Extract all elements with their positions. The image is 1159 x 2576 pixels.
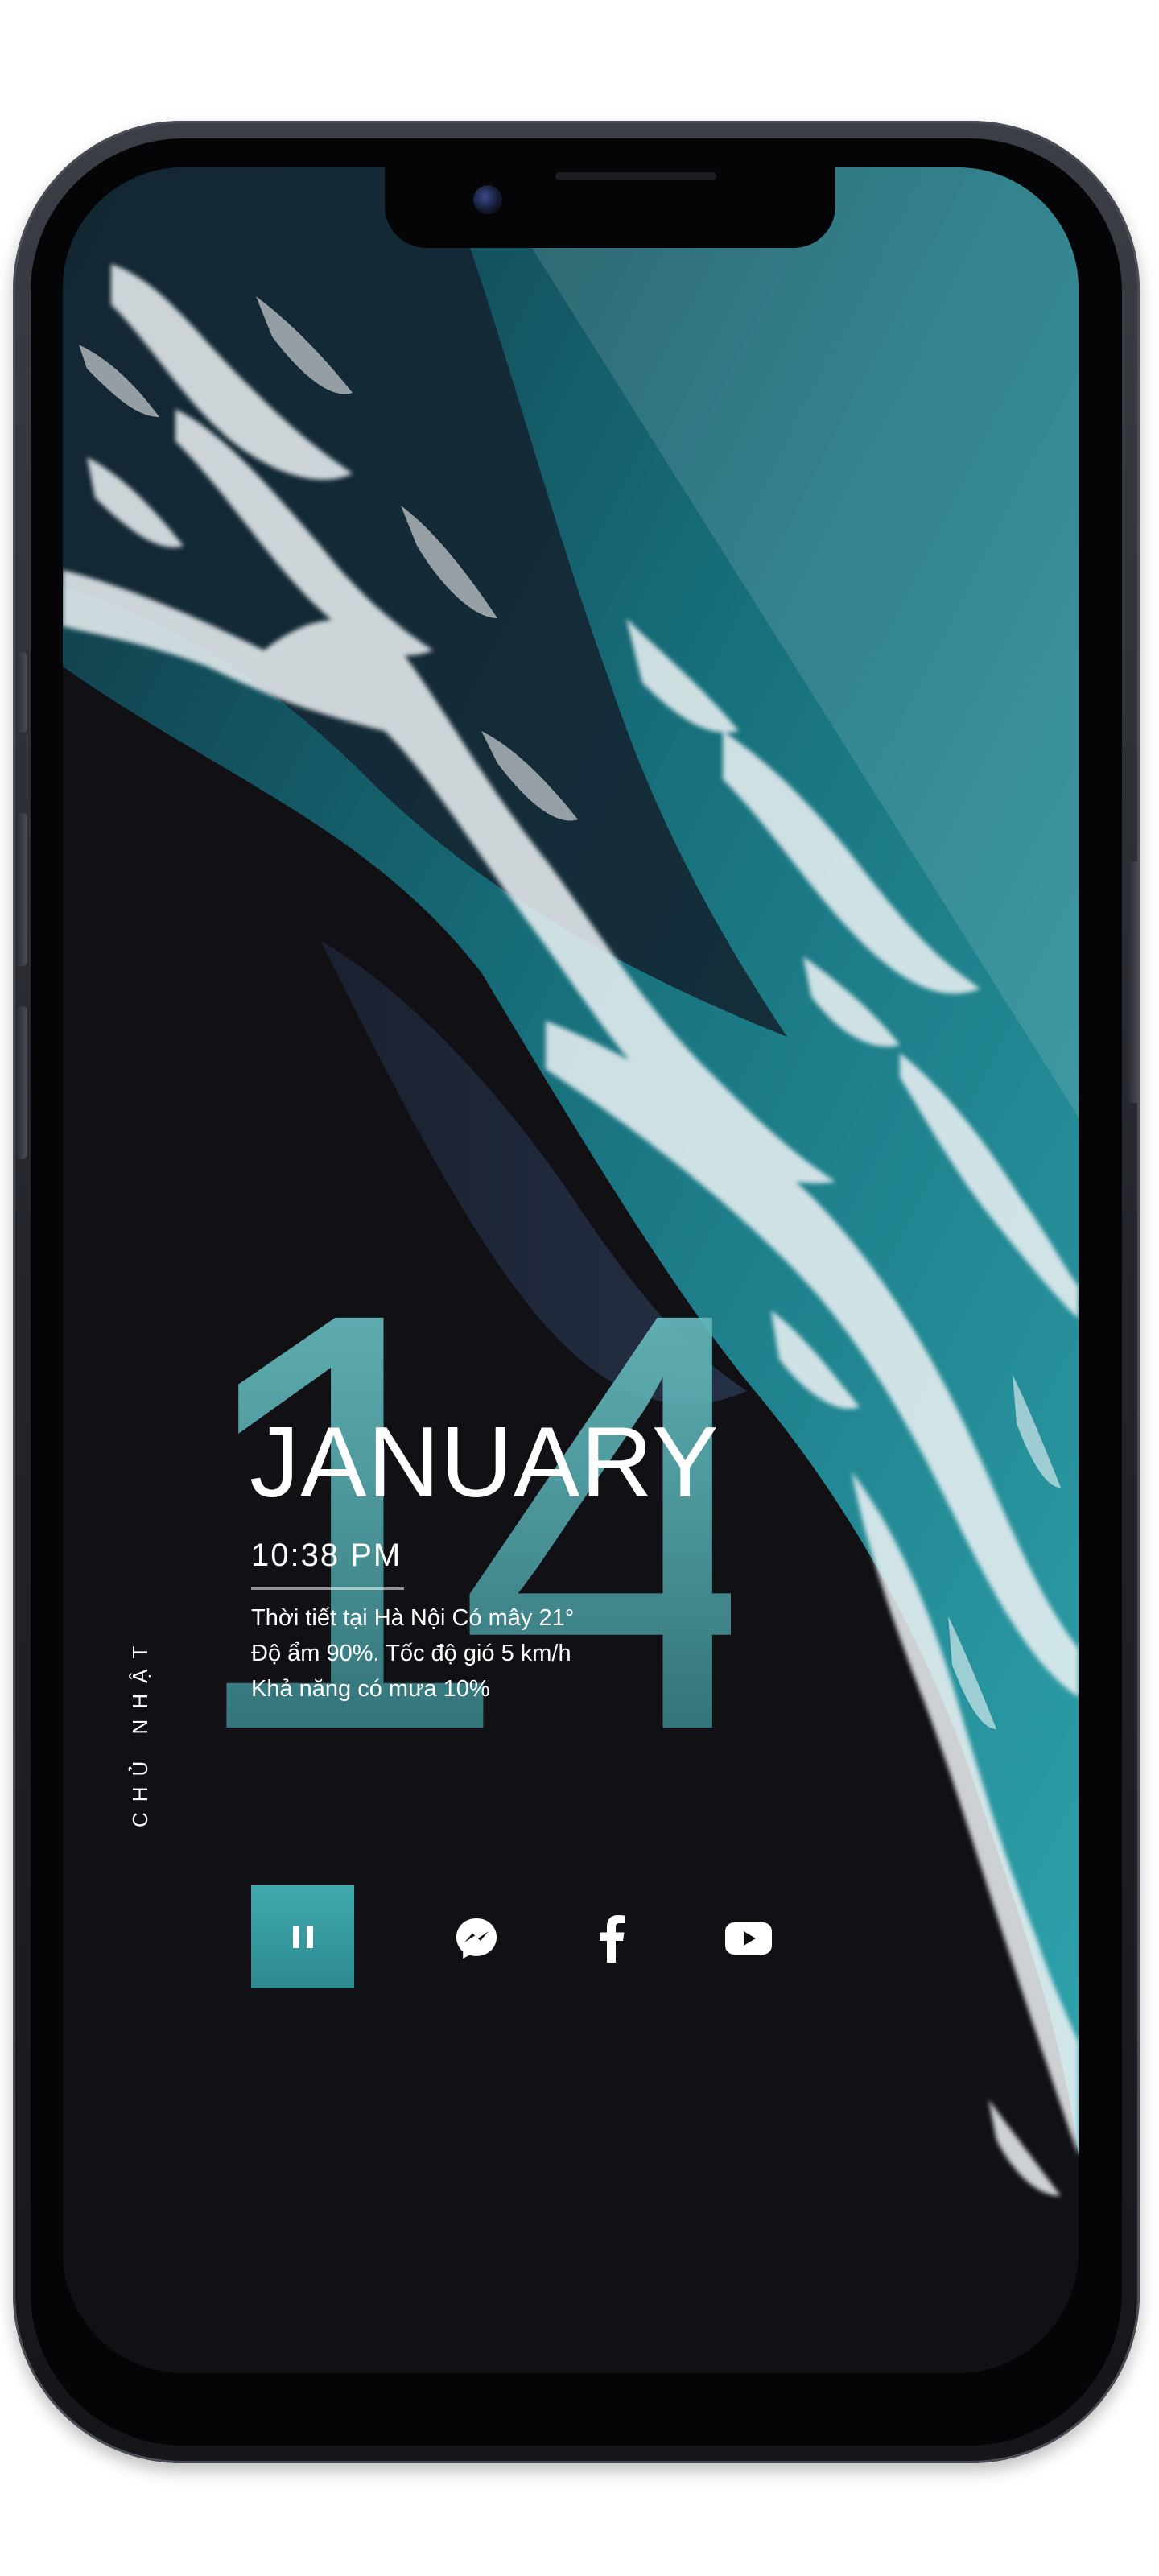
- messenger-icon: [456, 1918, 497, 1959]
- weather-line: Thời tiết tại Hà Nội Có mây 21°: [251, 1605, 575, 1631]
- day-number: 14: [181, 1188, 787, 1854]
- front-camera: [473, 185, 502, 214]
- silent-switch: [16, 652, 27, 733]
- time-divider: [251, 1587, 404, 1590]
- weekday-label: CHỦ NHẬT: [128, 1635, 152, 1827]
- facebook-button[interactable]: [586, 1913, 637, 1964]
- earpiece-speaker: [555, 172, 716, 180]
- volume-up-button: [16, 813, 27, 966]
- power-button: [1128, 861, 1140, 1103]
- facebook-icon: [600, 1915, 625, 1963]
- messenger-button[interactable]: [451, 1913, 502, 1964]
- youtube-button[interactable]: [723, 1913, 774, 1964]
- pause-button[interactable]: [251, 1885, 354, 1988]
- weather-line: Độ ẩm 90%. Tốc độ gió 5 km/h: [251, 1641, 571, 1666]
- clock-time: 10:38 PM: [251, 1538, 402, 1573]
- youtube-icon: [725, 1922, 772, 1955]
- weather-info: Thời tiết tại Hà Nội Có mây 21° Độ ẩm 90…: [251, 1600, 670, 1707]
- volume-down-button: [16, 1006, 27, 1159]
- month-label: JANUARY: [250, 1407, 720, 1518]
- pause-icon: [292, 1926, 313, 1948]
- weather-line: Khả năng có mưa 10%: [251, 1676, 490, 1702]
